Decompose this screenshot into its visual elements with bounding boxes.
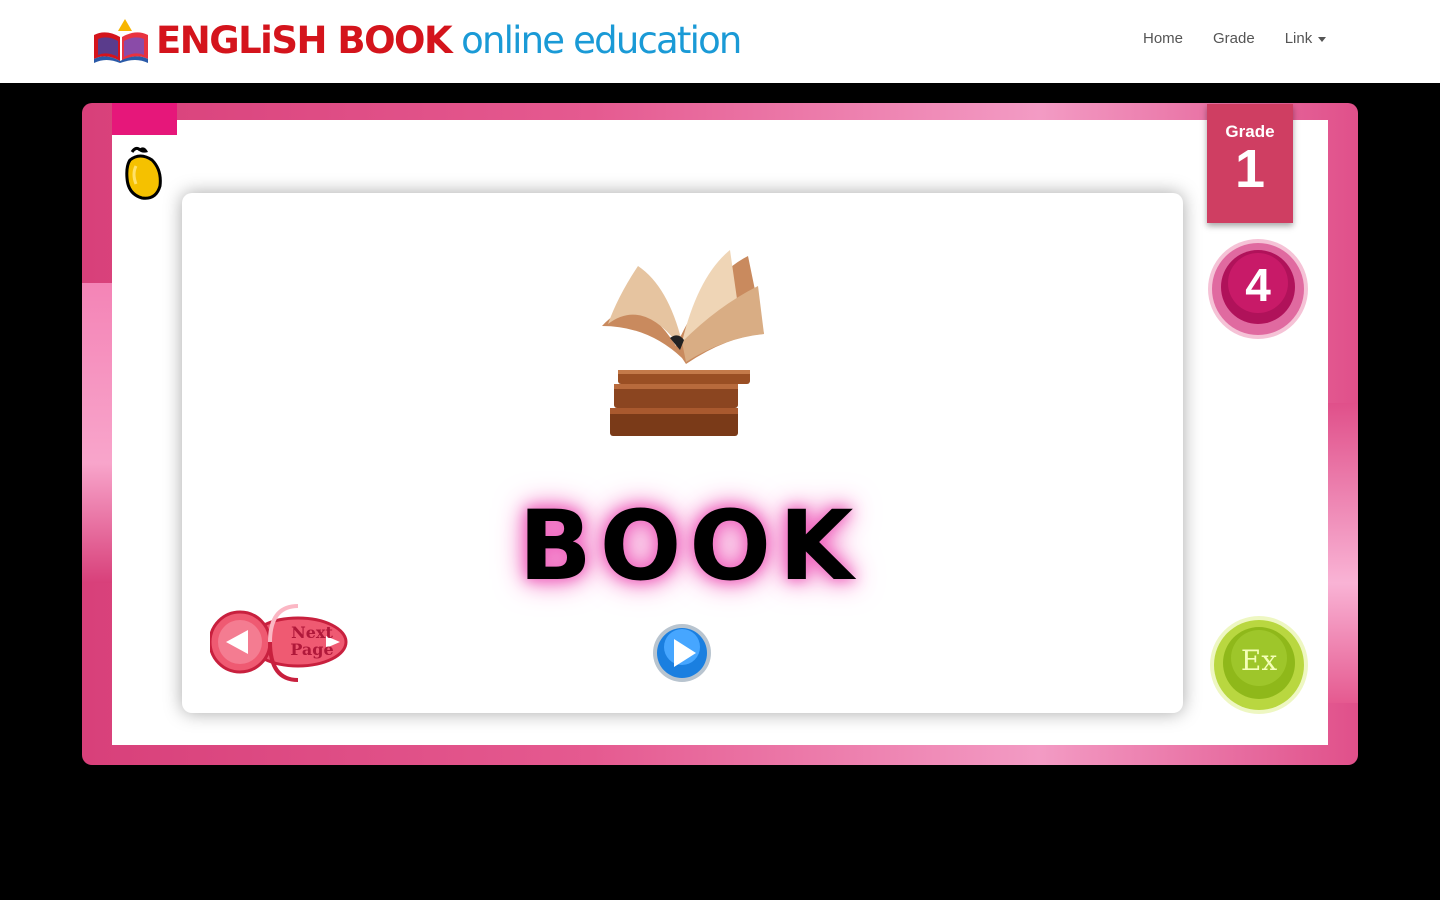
book-stack-icon [602,250,764,436]
brand-name: ENGLiSH BOOK [156,18,453,62]
caret-down-icon [1318,36,1327,42]
nav-link-label: Link [1284,30,1313,47]
nav-home-link[interactable]: Home [1143,30,1183,47]
frame-decoration-left [82,283,112,583]
grade-number: 1 [1234,139,1266,199]
mango-icon[interactable] [122,144,168,202]
frame-decoration-right [1328,403,1358,703]
mango-tab [112,103,177,135]
lesson-word: BOOK [518,490,862,602]
nav-grade-link[interactable]: Grade [1213,30,1255,47]
navbar: ENGLiSH BOOK online education Home Grade… [0,0,1440,83]
unit-number: 4 [1245,259,1271,311]
grade-badge: Grade 1 [1207,104,1293,223]
brand-tagline: online education [461,18,742,62]
nav-link-dropdown[interactable]: Link [1285,30,1327,47]
next-page-label: Next Page [290,623,334,659]
site-logo[interactable]: ENGLiSH BOOK online education [92,14,742,66]
books-logo-icon [94,19,148,63]
play-audio-button[interactable] [652,623,712,683]
exercise-label: Ex [1240,644,1278,677]
nav-menu: Home Grade Link [1143,30,1356,47]
